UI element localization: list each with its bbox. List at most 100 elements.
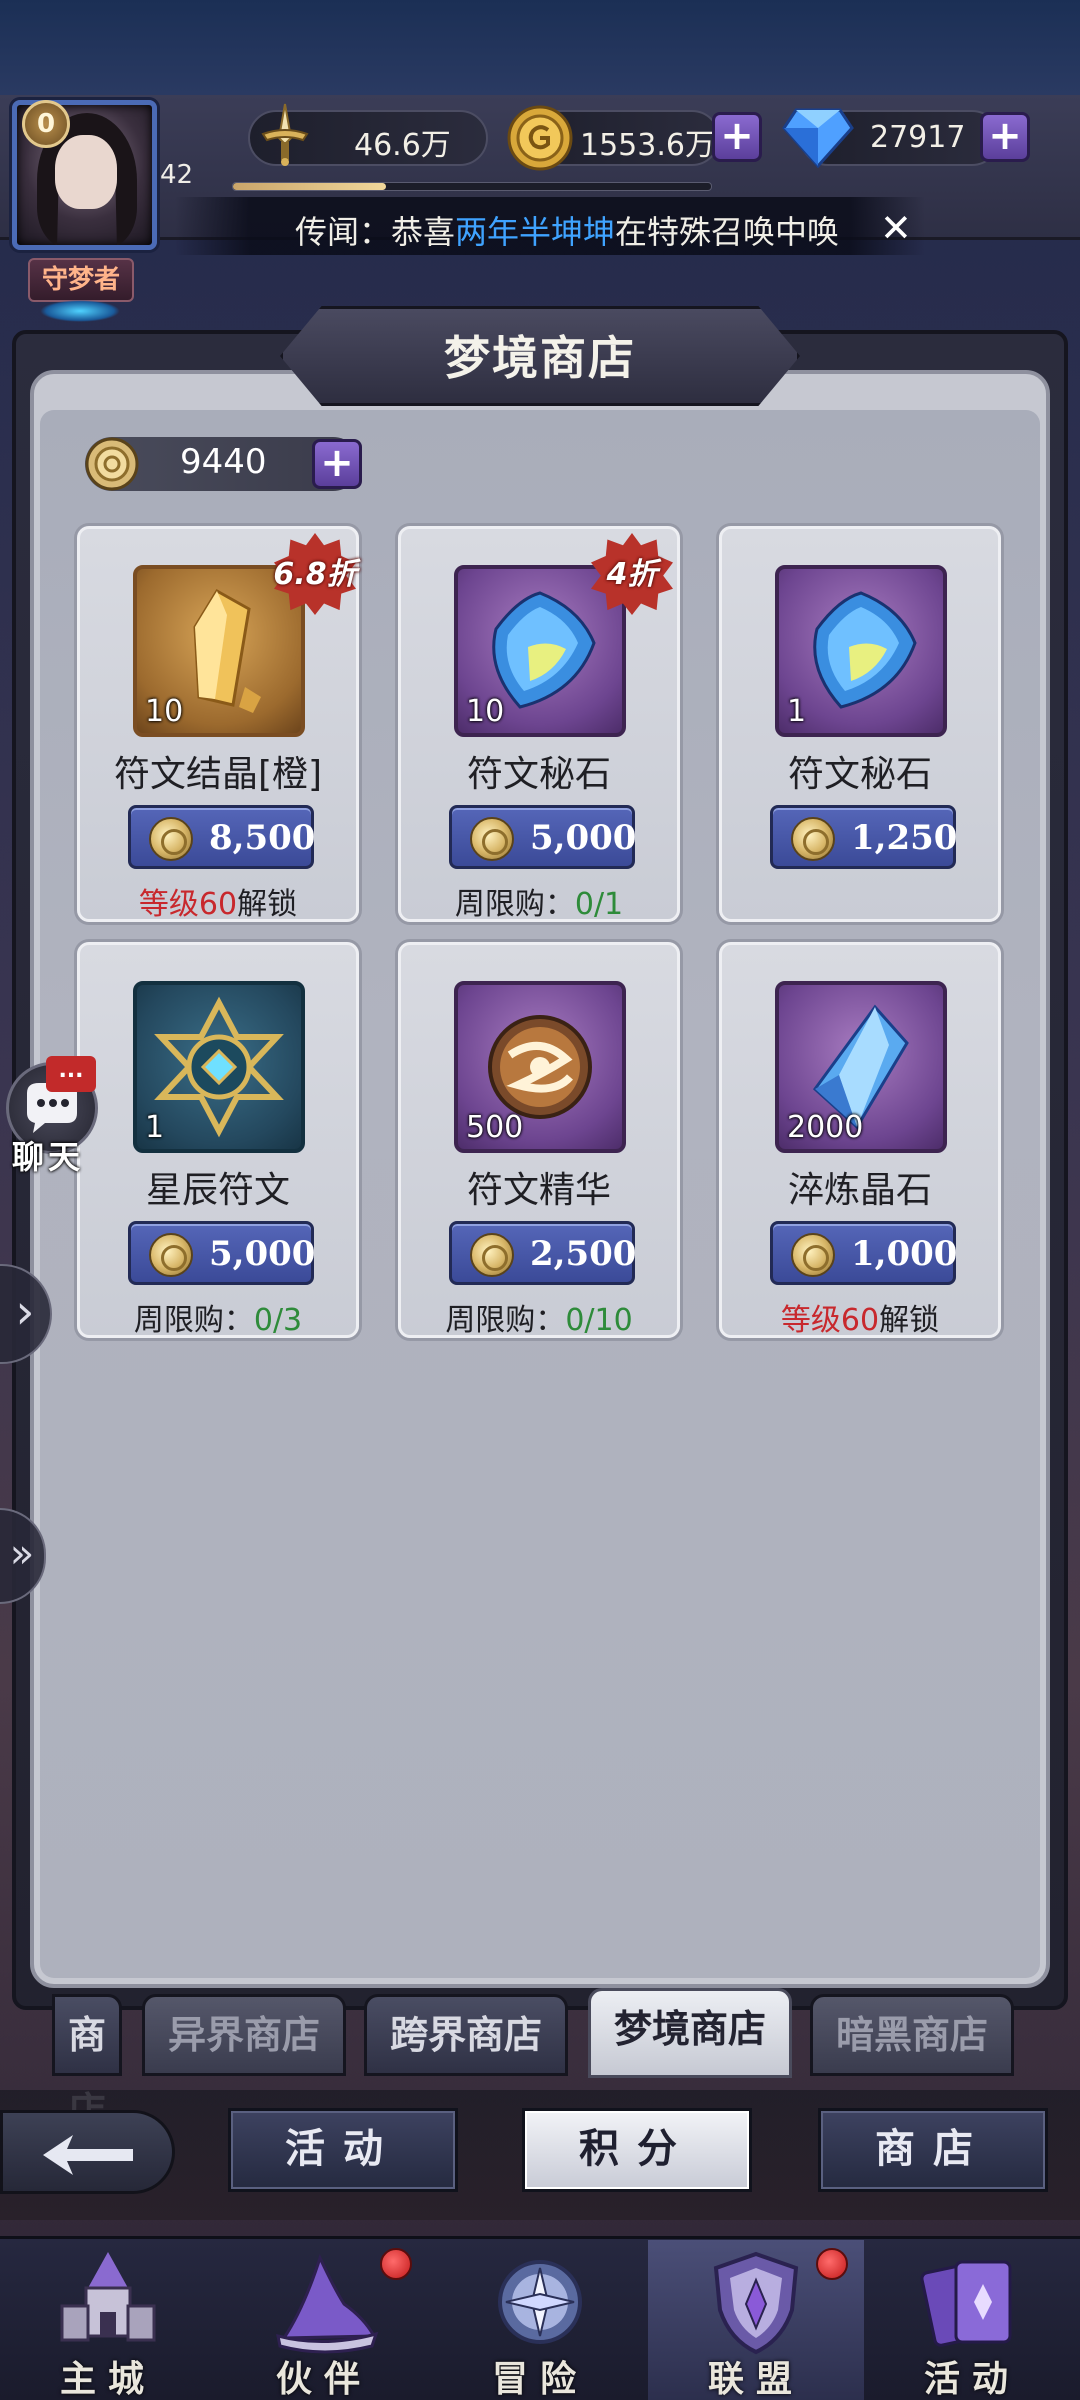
sky-background <box>0 0 1080 95</box>
tab-otherworld-shop[interactable]: 异界商店 <box>142 1994 346 2076</box>
buy-button[interactable]: 5,000 <box>449 805 637 869</box>
shop-item-card[interactable]: 2000 淬炼晶石 1,000 等级60解锁 <box>719 942 1001 1338</box>
subnav-shop-button[interactable]: 商店 <box>818 2108 1048 2192</box>
coin-icon <box>149 1233 193 1277</box>
unlock-level: 等级60 <box>780 1303 880 1338</box>
diamond-icon <box>782 108 854 168</box>
item-price: 8,500 <box>209 818 316 858</box>
limit-label: 周限购： <box>454 887 575 922</box>
cards-icon <box>920 2260 1012 2347</box>
avatar-face <box>55 135 117 209</box>
shop-currency-value: 9440 <box>180 442 267 482</box>
item-name: 符文秘石 <box>787 754 932 795</box>
item-unlock-requirement: 等级60解锁 <box>80 879 356 923</box>
nav-events[interactable]: 活动 <box>864 2240 1080 2400</box>
coin-icon <box>791 817 835 861</box>
limit-label: 周限购： <box>133 1303 254 1338</box>
add-gold-button[interactable]: + <box>712 112 762 162</box>
player-level: 42 <box>160 160 194 190</box>
gold-coin-icon <box>507 105 573 171</box>
tab-dark-shop[interactable]: 暗黑商店 <box>810 1994 1014 2076</box>
nav-label: 活动 <box>923 2358 1020 2400</box>
item-price: 1,250 <box>851 818 958 858</box>
shop-item-card[interactable]: 1 符文秘石 1,250 <box>719 526 1001 922</box>
item-name: 符文精华 <box>466 1170 611 1211</box>
title-gem-icon <box>40 300 120 322</box>
star-rune-icon: 1 <box>133 981 305 1153</box>
item-quantity: 10 <box>466 694 505 729</box>
item-name: 星辰符文 <box>145 1170 290 1211</box>
item-weekly-limit: 周限购：0/3 <box>80 1295 356 1339</box>
shop-item-card[interactable]: 500 符文精华 2,500 周限购：0/10 <box>398 942 680 1338</box>
nav-label: 联盟 <box>707 2358 804 2400</box>
item-price: 2,500 <box>530 1234 637 1274</box>
item-price: 1,000 <box>851 1234 958 1274</box>
limit-value: 0/1 <box>574 887 624 922</box>
coin-icon <box>470 1233 514 1277</box>
news-highlight-name: 两年半坤坤 <box>455 213 616 251</box>
compass-icon <box>498 2260 582 2344</box>
tab-crossworld-shop[interactable]: 跨界商店 <box>364 1994 568 2076</box>
limit-value: 0/10 <box>565 1303 633 1338</box>
unlock-suffix: 解锁 <box>879 1303 940 1338</box>
power-value: 46.6万 <box>354 128 451 163</box>
tab-dream-shop[interactable]: 梦境商店 <box>588 1988 792 2078</box>
limit-value: 0/3 <box>253 1303 303 1338</box>
item-quantity: 2000 <box>787 1110 864 1145</box>
item-weekly-limit: 周限购：0/10 <box>401 1295 677 1339</box>
shop-item-card[interactable]: 1 星辰符文 5,000 周限购：0/3 <box>77 942 359 1338</box>
item-weekly-limit: 周限购：0/1 <box>401 879 677 923</box>
limit-label: 周限购： <box>445 1303 566 1338</box>
subnav-points-button[interactable]: 积分 <box>522 2108 752 2192</box>
nav-label: 主城 <box>59 2358 156 2400</box>
add-diamond-button[interactable]: + <box>980 112 1030 162</box>
item-quantity: 10 <box>145 694 184 729</box>
back-arrow-icon <box>42 2135 133 2175</box>
nav-label: 伙伴 <box>275 2358 372 2400</box>
back-button[interactable] <box>0 2110 175 2194</box>
diamond-value: 27917 <box>870 120 966 155</box>
item-quantity: 1 <box>787 694 807 729</box>
item-price: 5,000 <box>530 818 637 858</box>
shield-icon <box>713 2251 799 2355</box>
news-suffix: 在特殊召唤中唤 <box>615 213 840 251</box>
buy-button[interactable]: 1,250 <box>770 805 958 869</box>
refine-crystal-icon: 2000 <box>775 981 947 1153</box>
exp-bar-fill <box>233 183 386 190</box>
buy-button[interactable]: 1,000 <box>770 1221 958 1285</box>
exp-bar <box>232 182 712 191</box>
shop-title: 梦境商店 <box>444 331 636 385</box>
item-name: 淬炼晶石 <box>787 1170 932 1211</box>
chat-notification-badge: ... <box>46 1056 96 1092</box>
nav-adventure[interactable]: 冒险 <box>432 2240 648 2400</box>
coin-icon <box>470 817 514 861</box>
player-title-badge[interactable]: 守梦者 <box>28 258 134 302</box>
dream-coin-icon <box>85 437 139 491</box>
news-text: 传闻：恭喜两年半坤坤在特殊召唤中唤 <box>295 207 839 253</box>
item-name: 符文结晶[橙] <box>113 754 323 795</box>
castle-icon <box>60 2252 156 2342</box>
item-quantity: 500 <box>466 1110 524 1145</box>
news-close-icon[interactable]: ✕ <box>880 206 912 250</box>
alliance-notification-dot <box>816 2248 848 2280</box>
item-unlock-requirement: 等级60解锁 <box>722 1295 998 1339</box>
item-name: 符文秘石 <box>466 754 611 795</box>
discount-text: 4折 <box>606 557 658 592</box>
coin-icon <box>149 817 193 861</box>
buy-button[interactable]: 8,500 <box>128 805 316 869</box>
coin-icon <box>791 1233 835 1277</box>
buy-button[interactable]: 2,500 <box>449 1221 637 1285</box>
nav-label: 冒险 <box>491 2358 588 2400</box>
subnav-activity-button[interactable]: 活动 <box>228 2108 458 2192</box>
news-ticker: 传闻：恭喜两年半坤坤在特殊召唤中唤 <box>175 197 925 255</box>
chat-label: 聊天 <box>12 1138 85 1176</box>
rune-essence-icon: 500 <box>454 981 626 1153</box>
rune-secret-stone-icon: 1 <box>775 565 947 737</box>
nav-main-city[interactable]: 主城 <box>0 2240 216 2400</box>
wizard-hat-icon <box>276 2253 379 2354</box>
vip-badge: 0 <box>22 100 70 148</box>
tab-shop-partial[interactable]: 商店 <box>52 1994 122 2133</box>
buy-button[interactable]: 5,000 <box>128 1221 315 1285</box>
news-prefix: 传闻：恭喜 <box>295 213 456 251</box>
add-shop-currency-button[interactable]: + <box>312 439 362 489</box>
